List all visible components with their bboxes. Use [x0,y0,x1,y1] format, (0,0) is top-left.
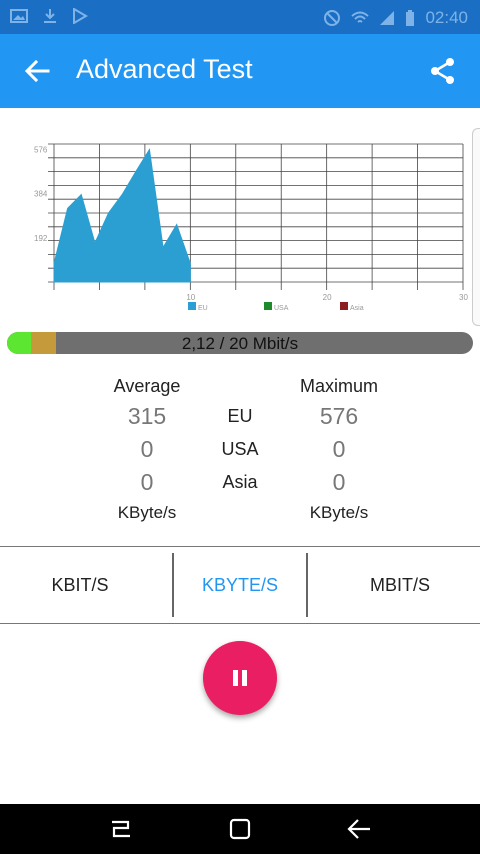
chart-series [53,148,191,283]
app-bar: Advanced Test [0,34,480,108]
average-asia: 0 [140,469,154,495]
average-eu: 315 [127,403,167,429]
legend-label-usa: USA [274,305,289,312]
maximum-column: Maximum 576 0 0 KByte/s [282,372,396,527]
speed-chart-svg: 576 384 192 10 20 30 EU USA Asia [34,143,468,312]
tab-kbyte[interactable]: KBYTE/S [160,547,320,623]
y-tick-label: 192 [34,234,48,243]
home-icon[interactable] [227,816,253,842]
chart-legend: EU USA Asia [188,302,364,312]
maximum-unit: KByte/s [309,503,369,522]
pause-button[interactable] [203,641,277,715]
region-header-spacer [205,372,275,400]
x-tick-label: 30 [459,293,468,302]
do-not-disturb-icon [324,10,341,26]
y-ticks: 576 384 192 [34,146,48,243]
tab-mbit[interactable]: MBIT/S [320,547,480,623]
recent-apps-icon[interactable] [108,816,134,842]
maximum-usa: 0 [332,436,346,462]
pause-icon [233,670,247,686]
legend-label-asia: Asia [350,305,364,312]
tab-divider [306,553,308,617]
tab-divider [172,553,174,617]
average-unit: KByte/s [117,503,177,522]
battery-icon [406,10,415,26]
unit-tabs: KBIT/S KBYTE/S MBIT/S [0,546,480,624]
page-title: Advanced Test [76,54,253,84]
side-panel-handle[interactable] [472,128,480,326]
image-icon [10,9,28,23]
legend-swatch-eu [188,302,196,310]
status-bar: 02:40 [0,0,480,34]
share-icon[interactable] [428,56,458,86]
average-usa: 0 [140,436,154,462]
y-tick-label: 384 [34,190,48,199]
region-column: EU USA Asia [205,372,275,499]
series-area-eu [53,148,191,283]
progress-text: 2,12 / 20 Mbit/s [181,334,299,353]
download-icon [44,9,56,23]
maximum-header: Maximum [299,376,378,396]
average-column: Average 315 0 0 KByte/s [92,372,202,527]
legend-swatch-usa [264,302,272,310]
arrow-left-icon[interactable] [22,56,52,86]
speed-chart: 576 384 192 10 20 30 EU USA Asia [0,108,480,328]
legend-swatch-asia [340,302,348,310]
wifi-icon [351,11,370,23]
back-icon[interactable] [346,816,372,842]
region-asia: Asia [222,472,258,492]
tab-kbit[interactable]: KBIT/S [0,547,160,623]
maximum-asia: 0 [332,469,346,495]
average-header: Average [113,376,181,396]
clock: 02:40 [425,8,468,27]
x-ticks: 10 20 30 [186,293,468,302]
region-eu: EU [227,406,253,426]
y-tick-label: 576 [34,146,48,155]
maximum-eu: 576 [319,403,359,429]
x-tick-label: 20 [323,293,332,302]
legend-label-eu: EU [198,305,208,312]
speed-progress-bar: 2,12 / 20 Mbit/s [7,332,473,354]
region-usa: USA [221,439,259,459]
signal-icon [380,11,395,25]
system-nav-bar [0,804,480,854]
x-tick-label: 10 [186,293,195,302]
play-store-icon [73,8,88,24]
